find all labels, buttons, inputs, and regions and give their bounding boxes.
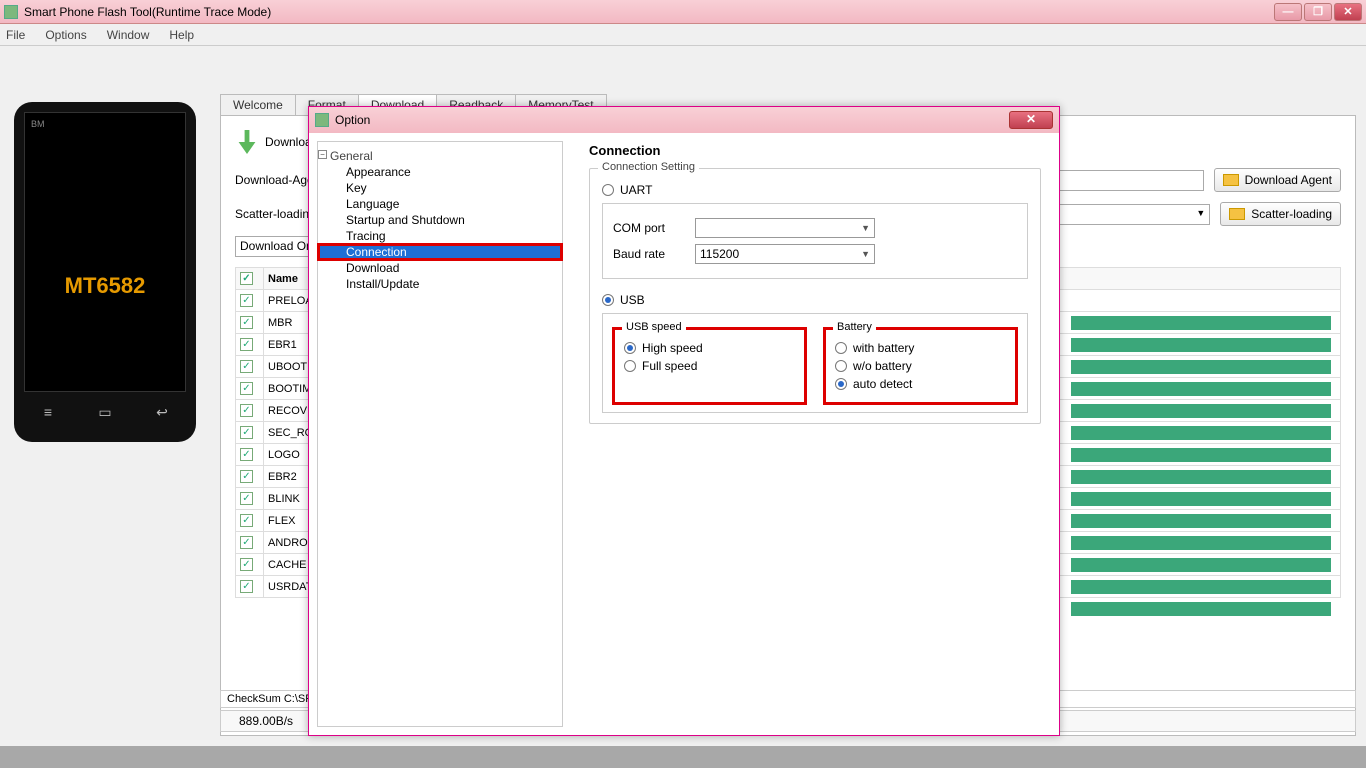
with-battery-radio[interactable]: with battery bbox=[835, 341, 1006, 355]
progress-bar bbox=[1071, 558, 1331, 572]
phone-brand: BM bbox=[31, 119, 45, 129]
pane-heading: Connection bbox=[589, 143, 1041, 158]
row-checkbox[interactable]: ✓ bbox=[240, 338, 253, 351]
row-checkbox[interactable]: ✓ bbox=[240, 558, 253, 571]
progress-bar bbox=[1071, 382, 1331, 396]
dialog-title: Option bbox=[335, 113, 1009, 127]
option-dialog: Option ✕ −General Appearance Key Languag… bbox=[308, 106, 1060, 736]
home-hw-icon: ▭ bbox=[95, 404, 115, 418]
row-checkbox[interactable]: ✓ bbox=[240, 382, 253, 395]
chevron-down-icon: ▼ bbox=[861, 223, 870, 233]
menu-hw-icon: ≡ bbox=[38, 404, 58, 418]
row-checkbox[interactable]: ✓ bbox=[240, 580, 253, 593]
tree-language[interactable]: Language bbox=[318, 196, 562, 212]
chevron-down-icon[interactable]: ▼ bbox=[1196, 208, 1205, 218]
menu-options[interactable]: Options bbox=[45, 28, 86, 42]
maximize-button[interactable]: ❐ bbox=[1304, 3, 1332, 21]
tree-install[interactable]: Install/Update bbox=[318, 276, 562, 292]
progress-bar bbox=[1071, 426, 1331, 440]
back-hw-icon: ↩ bbox=[152, 404, 172, 418]
window-title: Smart Phone Flash Tool(Runtime Trace Mod… bbox=[24, 5, 1274, 19]
row-checkbox[interactable]: ✓ bbox=[240, 294, 253, 307]
download-agent-button[interactable]: Download Agent bbox=[1214, 168, 1341, 192]
tree-appearance[interactable]: Appearance bbox=[318, 164, 562, 180]
titlebar: Smart Phone Flash Tool(Runtime Trace Mod… bbox=[0, 0, 1366, 24]
tree-download[interactable]: Download bbox=[318, 260, 562, 276]
row-checkbox[interactable]: ✓ bbox=[240, 426, 253, 439]
dialog-close-button[interactable]: ✕ bbox=[1009, 111, 1053, 129]
row-checkbox[interactable]: ✓ bbox=[240, 448, 253, 461]
row-checkbox[interactable]: ✓ bbox=[240, 514, 253, 527]
minimize-button[interactable]: — bbox=[1274, 3, 1302, 21]
tree-connection[interactable]: Connection bbox=[318, 244, 562, 260]
uart-radio[interactable]: UART bbox=[602, 183, 1028, 197]
progress-bar bbox=[1071, 338, 1331, 352]
row-checkbox[interactable]: ✓ bbox=[240, 536, 253, 549]
com-label: COM port bbox=[613, 221, 683, 235]
collapse-icon[interactable]: − bbox=[318, 150, 327, 159]
checkbox-all[interactable]: ✓ bbox=[240, 272, 253, 285]
progress-bar bbox=[1071, 448, 1331, 462]
dialog-icon bbox=[315, 113, 329, 127]
folder-icon bbox=[1223, 174, 1239, 186]
progress-bar bbox=[1071, 360, 1331, 374]
menu-window[interactable]: Window bbox=[107, 28, 150, 42]
tree-root[interactable]: −General bbox=[318, 148, 562, 164]
progress-bar bbox=[1071, 404, 1331, 418]
baud-label: Baud rate bbox=[613, 247, 683, 261]
progress-bar bbox=[1071, 514, 1331, 528]
wo-battery-radio[interactable]: w/o battery bbox=[835, 359, 1006, 373]
row-checkbox[interactable]: ✓ bbox=[240, 360, 253, 373]
chip-label: MT6582 bbox=[25, 273, 185, 299]
download-agent-btn-label: Download Agent bbox=[1245, 173, 1332, 187]
progress-bar bbox=[1071, 492, 1331, 506]
row-checkbox[interactable]: ✓ bbox=[240, 492, 253, 505]
app-icon bbox=[4, 5, 18, 19]
baud-combo[interactable]: 115200 ▼ bbox=[695, 244, 875, 264]
phone-preview: BM MT6582 ≡ ▭ ↩ bbox=[14, 102, 196, 442]
usb-radio[interactable]: USB bbox=[602, 293, 1028, 307]
status-speed: 889.00B/s bbox=[221, 711, 312, 731]
row-checkbox[interactable]: ✓ bbox=[240, 316, 253, 329]
progress-bar bbox=[1071, 470, 1331, 484]
battery-legend: Battery bbox=[833, 321, 876, 333]
chevron-down-icon: ▼ bbox=[861, 249, 870, 259]
tree-startup[interactable]: Startup and Shutdown bbox=[318, 212, 562, 228]
progress-bar bbox=[1071, 602, 1331, 616]
usb-speed-legend: USB speed bbox=[622, 321, 686, 333]
row-checkbox[interactable]: ✓ bbox=[240, 470, 253, 483]
menubar: File Options Window Help bbox=[0, 24, 1366, 46]
high-speed-radio[interactable]: High speed bbox=[624, 341, 795, 355]
usb-speed-group: USB speed High speed Full speed bbox=[613, 328, 806, 404]
scatter-loading-button[interactable]: Scatter-loading bbox=[1220, 202, 1341, 226]
tree-tracing[interactable]: Tracing bbox=[318, 228, 562, 244]
full-speed-radio[interactable]: Full speed bbox=[624, 359, 795, 373]
progress-bar bbox=[1071, 316, 1331, 330]
close-button[interactable]: ✕ bbox=[1334, 3, 1362, 21]
auto-detect-radio[interactable]: auto detect bbox=[835, 377, 1006, 391]
menu-file[interactable]: File bbox=[6, 28, 25, 42]
com-combo[interactable]: ▼ bbox=[695, 218, 875, 238]
tree-key[interactable]: Key bbox=[318, 180, 562, 196]
battery-group: Battery with battery w/o battery auto de… bbox=[824, 328, 1017, 404]
connection-setting-group: Connection Setting UART COM port▼ Baud r… bbox=[589, 168, 1041, 424]
row-checkbox[interactable]: ✓ bbox=[240, 404, 253, 417]
scatter-btn-label: Scatter-loading bbox=[1251, 207, 1332, 221]
download-arrow-icon bbox=[235, 130, 259, 154]
tab-welcome[interactable]: Welcome bbox=[220, 94, 296, 116]
menu-help[interactable]: Help bbox=[169, 28, 194, 42]
cs-legend: Connection Setting bbox=[598, 161, 699, 173]
progress-bar bbox=[1071, 580, 1331, 594]
option-tree: −General Appearance Key Language Startup… bbox=[317, 141, 563, 727]
progress-bar bbox=[1071, 536, 1331, 550]
folder-icon bbox=[1229, 208, 1245, 220]
baud-value: 115200 bbox=[700, 247, 739, 261]
